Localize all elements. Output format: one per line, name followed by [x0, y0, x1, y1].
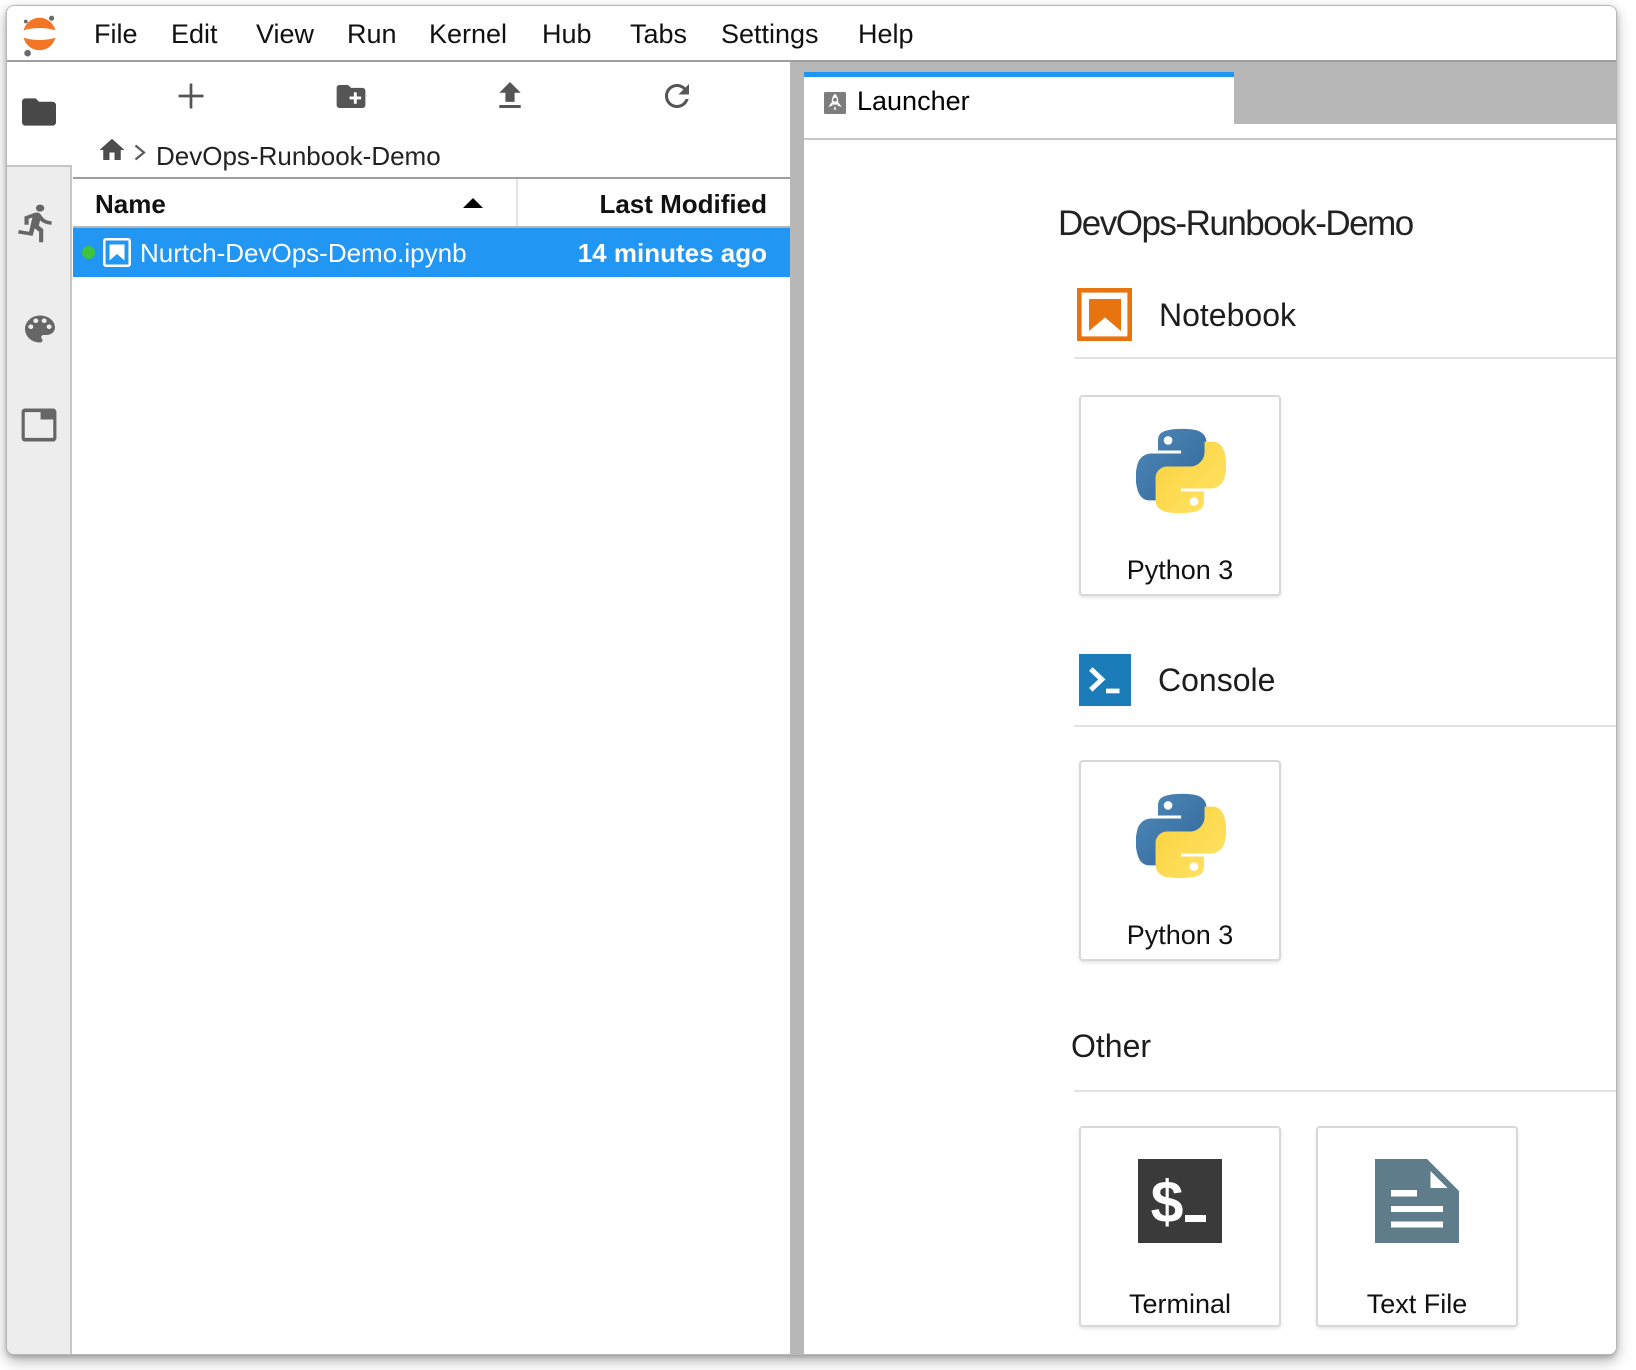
svg-text:$: $ — [1151, 1169, 1184, 1235]
